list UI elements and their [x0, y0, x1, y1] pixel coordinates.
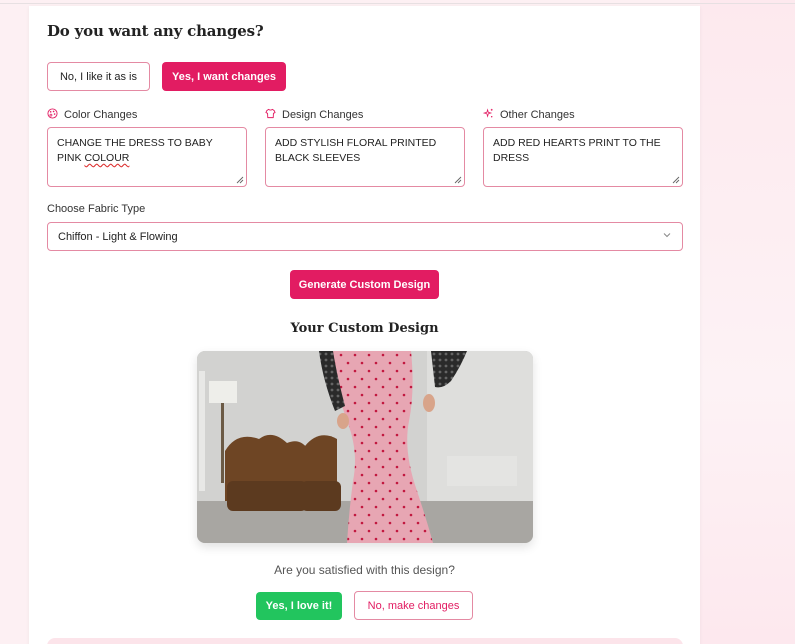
resize-handle-icon[interactable] [454, 176, 462, 184]
design-changes-label-text: Design Changes [282, 109, 364, 121]
no-changes-button[interactable]: No, I like it as is [47, 62, 150, 91]
top-divider [0, 3, 795, 4]
fabric-select-value: Chiffon - Light & Flowing [58, 230, 178, 243]
other-changes-textarea[interactable]: ADD RED HEARTS PRINT TO THE DRESS [483, 127, 683, 187]
satisfaction-question: Are you satisfied with this design? [274, 563, 455, 577]
design-changes-label: Design Changes [265, 108, 363, 122]
color-changes-label: Color Changes [47, 108, 137, 122]
color-changes-value-line1: CHANGE THE DRESS TO BABY [57, 137, 213, 149]
palette-icon [47, 108, 58, 122]
color-changes-value-colour: COLOUR [84, 152, 130, 164]
fabric-select[interactable]: Chiffon - Light & Flowing [47, 222, 683, 251]
next-section-strip [47, 638, 683, 644]
color-changes-textarea[interactable]: CHANGE THE DRESS TO BABY PINK COLOUR [47, 127, 247, 187]
fabric-label: Choose Fabric Type [47, 203, 146, 215]
custom-design-image [197, 351, 533, 543]
other-changes-label: Other Changes [482, 108, 575, 122]
page-title: Do you want any changes? [47, 22, 264, 40]
generate-design-button[interactable]: Generate Custom Design [290, 270, 439, 299]
make-changes-button[interactable]: No, make changes [354, 591, 473, 620]
custom-design-title: Your Custom Design [290, 321, 439, 336]
resize-handle-icon[interactable] [672, 176, 680, 184]
love-it-button[interactable]: Yes, I love it! [256, 592, 342, 620]
want-changes-button[interactable]: Yes, I want changes [162, 62, 286, 91]
color-changes-label-text: Color Changes [64, 109, 138, 121]
color-changes-value-pink: PINK [57, 152, 82, 164]
other-changes-label-text: Other Changes [500, 109, 575, 121]
design-changes-textarea[interactable]: ADD STYLISH FLORAL PRINTED BLACK SLEEVES [265, 127, 465, 187]
design-changes-value: ADD STYLISH FLORAL PRINTED BLACK SLEEVES [275, 137, 437, 164]
sparkles-icon [482, 108, 494, 122]
resize-handle-icon[interactable] [236, 176, 244, 184]
shirt-icon [265, 108, 276, 122]
other-changes-value: ADD RED HEARTS PRINT TO THE DRESS [493, 137, 661, 164]
chevron-down-icon [662, 230, 672, 243]
